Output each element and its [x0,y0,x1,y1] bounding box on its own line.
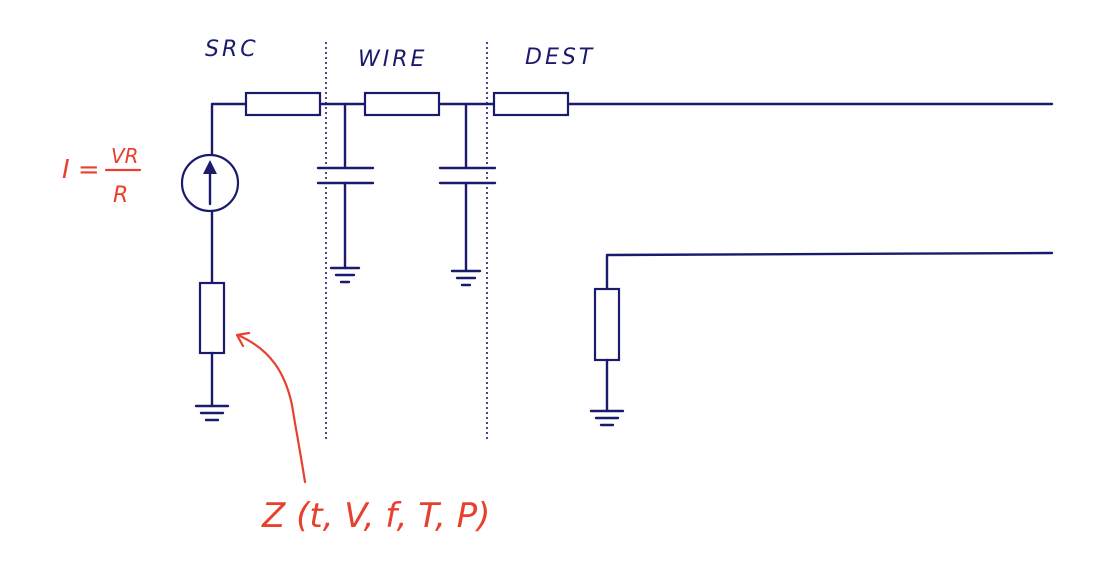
wire-series-resistor [363,91,441,117]
ground-icon [450,269,482,287]
section-label-wire: WIRE [358,47,427,72]
formula-denominator: R [113,183,128,208]
ground-icon [194,404,230,422]
formula-lhs: I = [62,155,100,185]
src-series-resistor [244,91,322,117]
circuit-diagram: SRC WIRE DEST I = VR R Z (t, V, f, T, P) [62,37,1054,536]
impedance-arrow [235,331,307,484]
top-conductor [210,102,1054,172]
source-impedance-resistor [198,281,226,355]
ground-icon [329,266,361,284]
impedance-function-label: Z (t, V, f, T, P) [261,496,490,536]
dest-series-resistor [492,91,570,117]
section-label-src: SRC [205,37,259,62]
current-source [180,153,240,285]
current-formula: I = VR R [62,144,142,208]
dest-return-conductor [605,251,1054,291]
section-label-dest: DEST [525,45,595,70]
formula-numerator: VR [111,144,139,168]
ground-icon [589,409,625,427]
dest-load-resistor [593,287,621,362]
